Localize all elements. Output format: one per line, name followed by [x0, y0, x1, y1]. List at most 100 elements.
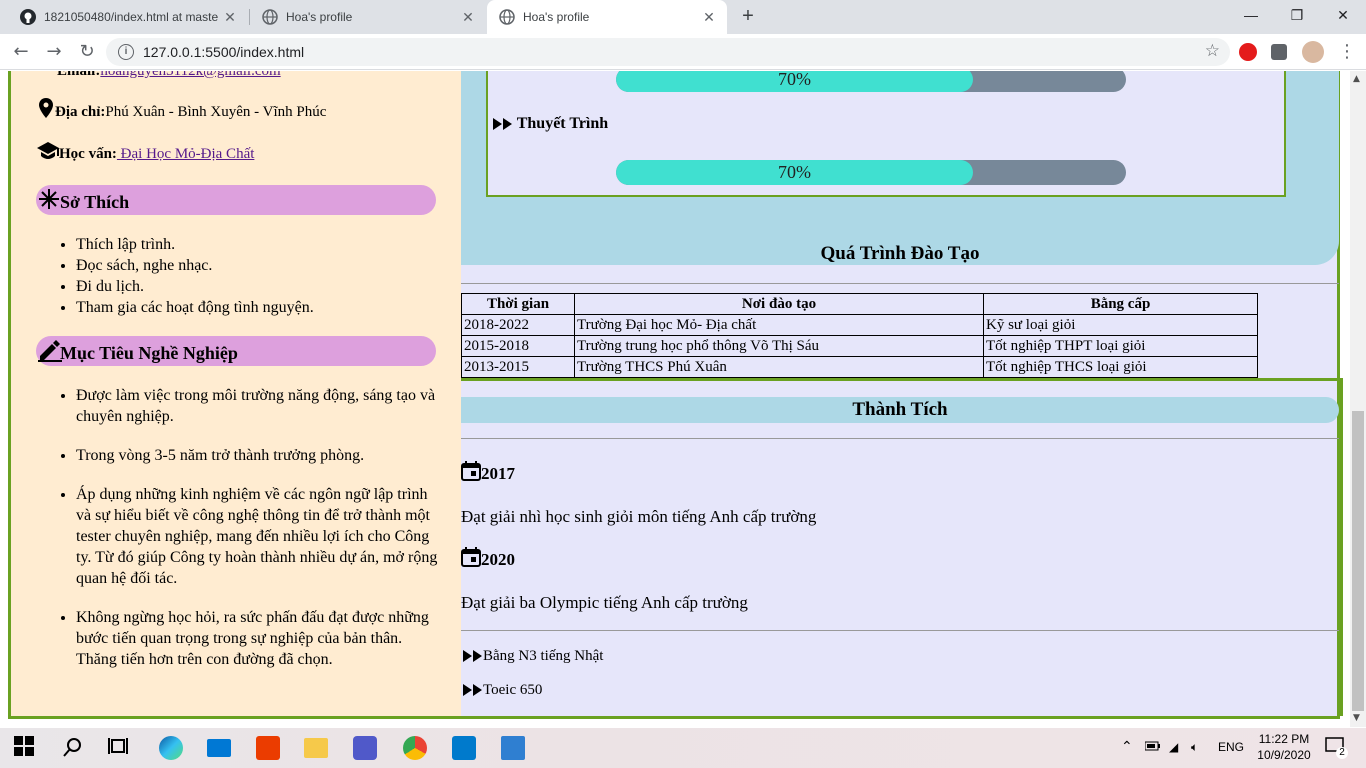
tab-profile-1[interactable]: Hoa's profile ✕: [250, 0, 486, 34]
address-label: Địa chỉ:: [55, 104, 106, 120]
battery-icon[interactable]: [1144, 740, 1161, 754]
certificate-text: Toeic 650: [483, 682, 543, 698]
location-pin-icon: [37, 98, 55, 123]
bookmark-star-icon[interactable]: ☆: [1205, 41, 1220, 61]
forward-button[interactable]: →: [43, 41, 65, 63]
skill-label-text: Thuyết Trình: [516, 115, 609, 132]
column-header: Thời gian: [461, 293, 575, 315]
address-value: Phú Xuân - Bình Xuyên - Vĩnh Phúc: [105, 104, 327, 120]
clock[interactable]: 11:22 PM 10/9/2020: [1256, 731, 1312, 763]
career-title: Mục Tiêu Nghề Nghiệp: [60, 343, 238, 363]
year-text: 2020: [481, 550, 515, 569]
profile-avatar[interactable]: [1302, 41, 1324, 63]
new-tab-button[interactable]: +: [738, 6, 758, 26]
extensions-puzzle-icon[interactable]: [1271, 44, 1287, 60]
edge-browser-icon[interactable]: [159, 736, 183, 760]
info-icon[interactable]: i: [118, 44, 134, 60]
list-item: Đọc sách, nghe nhạc.: [76, 255, 314, 276]
windows-taskbar: ⌃ ◢ 🔈︎ ENG 11:22 PM 10/9/2020 2: [0, 728, 1366, 768]
column-header: Nơi đào tạo: [574, 293, 984, 315]
achievement-text: Đạt giải nhì học sinh giỏi môn tiếng Anh…: [461, 507, 817, 526]
column-header: Bằng cấp: [983, 293, 1258, 315]
achievements-section: Thành Tích 2017 Đạt giải nhì học sinh gi…: [461, 378, 1343, 716]
education-row: Học vấn: Đại Học Mỏ-Địa Chất: [37, 142, 254, 165]
clock-date: 10/9/2020: [1257, 748, 1311, 762]
photos-icon[interactable]: [501, 736, 525, 760]
extension-adblock-icon[interactable]: [1239, 43, 1257, 61]
skill-label: Thuyết Trình: [493, 115, 608, 135]
education-link[interactable]: Đại Học Mỏ-Địa Chất: [117, 146, 255, 162]
scroll-up-arrow-icon[interactable]: ▲: [1353, 74, 1360, 84]
skill-bar: 70%: [616, 71, 1126, 92]
search-icon[interactable]: [62, 736, 86, 760]
hobbies-list: Thích lập trình. Đọc sách, nghe nhạc. Đi…: [76, 234, 314, 318]
minimize-button[interactable]: —: [1228, 0, 1274, 30]
email-link[interactable]: hoanguyen3112k@gmail.com: [100, 71, 280, 79]
email-row: Email:hoanguyen3112k@gmail.com: [37, 71, 281, 82]
certificate-item: Bằng N3 tiếng Nhật: [463, 648, 603, 667]
windows-start-icon[interactable]: [14, 736, 38, 760]
page-scrollbar[interactable]: ▲ ▼: [1350, 71, 1366, 727]
address-row: Địa chỉ:Phú Xuân - Bình Xuyên - Vĩnh Phú…: [37, 98, 326, 123]
certificate-item: Toeic 650: [463, 682, 542, 701]
github-icon: [20, 9, 36, 25]
browser-toolbar: ← → ↻ i 127.0.0.1:5500/index.html ☆ ⋮: [0, 34, 1366, 70]
volume-icon[interactable]: 🔈︎: [1191, 740, 1198, 755]
list-item: Trong vòng 3-5 năm trở thành trưởng phòn…: [76, 445, 446, 466]
email-icon: [37, 71, 57, 82]
education-label: Học vấn:: [59, 146, 117, 162]
table-row: 2013-2015 Trường THCS Phú Xuân Tốt nghiệ…: [461, 356, 1258, 378]
year-text: 2017: [481, 464, 515, 483]
training-table: Thời gian Nơi đào tạo Bằng cấp 2018-2022…: [461, 293, 1258, 378]
close-tab-icon[interactable]: ✕: [222, 9, 238, 25]
chevron-up-icon[interactable]: ⌃: [1121, 738, 1133, 755]
tab-github[interactable]: 1821050480/index.html at maste ✕: [8, 0, 248, 34]
list-item: Đi du lịch.: [76, 276, 314, 297]
vscode-icon[interactable]: [452, 736, 476, 760]
fast-forward-icon: [463, 650, 483, 667]
close-tab-icon[interactable]: ✕: [701, 9, 717, 25]
tab-title: 1821050480/index.html at maste: [44, 10, 219, 24]
tab-profile-active[interactable]: Hoa's profile ✕: [487, 0, 727, 34]
skills-box: 70% Thuyết Trình 70%: [486, 71, 1286, 197]
list-item: Áp dụng những kinh nghiệm về các ngôn ng…: [76, 484, 446, 589]
table-cell: Kỹ sư loại giỏi: [983, 314, 1258, 336]
list-item: Được làm việc trong môi trường năng động…: [76, 385, 446, 427]
snowflake-icon: [38, 187, 60, 221]
close-window-button[interactable]: ✕: [1320, 0, 1366, 30]
mail-icon[interactable]: [207, 739, 231, 757]
table-cell: Tốt nghiệp THCS loại giỏi: [983, 356, 1258, 378]
list-item: Tham gia các hoạt động tình nguyện.: [76, 297, 314, 318]
language-indicator[interactable]: ENG: [1218, 740, 1244, 754]
table-header-row: Thời gian Nơi đào tạo Bằng cấp: [461, 293, 1258, 315]
table-cell: Trường Đại học Mỏ- Địa chất: [574, 314, 984, 336]
email-label: Email:: [57, 71, 101, 79]
training-heading: Quá Trình Đào Tạo: [820, 243, 980, 264]
address-bar[interactable]: i 127.0.0.1:5500/index.html ☆: [106, 38, 1230, 66]
clock-time: 11:22 PM: [1258, 732, 1310, 746]
skills-section: 70% Thuyết Trình 70%: [461, 71, 1339, 265]
scroll-down-arrow-icon[interactable]: ▼: [1353, 713, 1360, 723]
pencil-icon: [38, 338, 62, 373]
file-explorer-icon[interactable]: [304, 738, 328, 758]
career-goals-heading: Mục Tiêu Nghề Nghiệp: [36, 336, 436, 366]
globe-icon: [262, 9, 278, 25]
url-text[interactable]: 127.0.0.1:5500/index.html: [143, 44, 304, 60]
right-content: 70% Thuyết Trình 70% Quá Trình Đào Tạo T: [461, 71, 1343, 716]
reload-button[interactable]: ↻: [76, 41, 98, 63]
close-tab-icon[interactable]: ✕: [460, 9, 476, 25]
table-cell: Tốt nghiệp THPT loại giỏi: [983, 335, 1258, 357]
table-cell: Trường THCS Phú Xuân: [574, 356, 984, 378]
office-icon[interactable]: [256, 736, 280, 760]
scrollbar-thumb[interactable]: [1352, 411, 1364, 711]
certificate-text: Bằng N3 tiếng Nhật: [483, 648, 604, 664]
chrome-icon[interactable]: [403, 736, 427, 760]
restore-button[interactable]: ❐: [1274, 0, 1320, 30]
achievement-text: Đạt giải ba Olympic tiếng Anh cấp trường: [461, 593, 748, 612]
task-view-icon[interactable]: [108, 736, 132, 760]
menu-kebab-icon[interactable]: ⋮: [1336, 41, 1358, 63]
back-button[interactable]: ←: [10, 41, 32, 63]
wifi-icon[interactable]: ◢: [1169, 740, 1178, 754]
teams-icon[interactable]: [353, 736, 377, 760]
browser-tab-strip: 1821050480/index.html at maste ✕ Hoa's p…: [0, 0, 1366, 34]
